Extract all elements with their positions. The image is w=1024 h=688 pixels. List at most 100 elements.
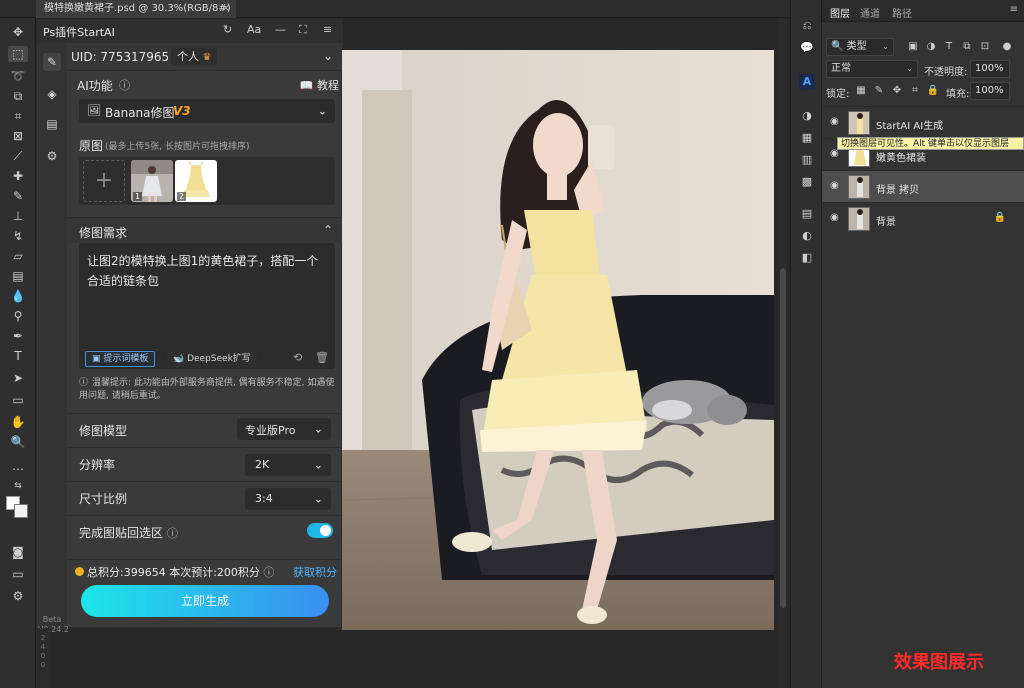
model-select[interactable]: 专业版Pro ⌄ [237, 418, 331, 440]
swatches-panel-icon[interactable]: ▦ [799, 130, 815, 146]
aspect-ratio-select[interactable]: 3:4 ⌄ [245, 488, 331, 510]
lock-transparent-icon[interactable]: ▦ [854, 85, 868, 96]
healing-brush-tool-icon[interactable]: ✚ [8, 168, 28, 184]
blend-mode-select[interactable]: 正常 ⌄ [826, 60, 918, 78]
font-size-icon[interactable]: Aa [247, 23, 261, 36]
hand-tool-icon[interactable]: ✋ [8, 414, 28, 430]
background-color-swatch[interactable] [14, 504, 28, 518]
info-icon[interactable]: ⓘ [119, 77, 130, 93]
libraries-panel-icon[interactable]: ▤ [799, 206, 815, 222]
generate-button[interactable]: 立即生成 [81, 585, 329, 617]
prompt-text[interactable]: 让图2的模特换上图1的黄色裙子，搭配一个合适的链条包 [87, 251, 323, 291]
more-tools-icon[interactable]: … [8, 458, 28, 474]
tutorial-link[interactable]: 📖 教程 [300, 77, 339, 93]
eye-icon[interactable]: ◉ [830, 116, 839, 127]
chevron-down-icon[interactable]: ⌄ [323, 49, 333, 63]
screen-mode-icon[interactable]: ▭ [8, 566, 28, 582]
type-filter-icon[interactable]: T [942, 41, 956, 52]
filter-toggle-icon[interactable]: ● [1000, 41, 1014, 52]
tab-layers[interactable]: 图层 [830, 5, 850, 20]
add-image-button[interactable]: + [83, 160, 125, 202]
pixel-filter-icon[interactable]: ▣ [906, 41, 920, 52]
lock-pixels-icon[interactable]: ✎ [872, 85, 886, 96]
opacity-input[interactable]: 100% [970, 60, 1010, 78]
scrollbar-thumb[interactable] [780, 268, 786, 608]
document-canvas[interactable] [342, 50, 774, 630]
clipboard-icon[interactable]: ▤ [43, 115, 61, 133]
tab-paths[interactable]: 路径 [892, 5, 912, 20]
object-select-tool-icon[interactable]: ⧉ [8, 88, 28, 104]
layer-filter-select[interactable]: 🔍 类型 ⌄ [826, 38, 894, 56]
resolution-select[interactable]: 2K ⌄ [245, 454, 331, 476]
shape-filter-icon[interactable]: ⧉ [960, 41, 974, 52]
brush-tool-icon[interactable]: ✎ [8, 188, 28, 204]
path-select-tool-icon[interactable]: ➤ [8, 370, 28, 386]
comments-panel-icon[interactable]: 💬 [799, 40, 815, 56]
edit-icon[interactable]: ✎ [43, 53, 61, 71]
gradient-tool-icon[interactable]: ▤ [8, 268, 28, 284]
function-select[interactable]: 🖼 Banana修图 V3 ⌄ [79, 99, 335, 123]
eye-icon[interactable]: ◉ [830, 180, 839, 191]
layers-stack-icon[interactable]: ◈ [43, 85, 61, 103]
menu-icon[interactable]: ≡ [323, 23, 332, 36]
patterns-panel-icon[interactable]: ▩ [799, 174, 815, 190]
startai-panel-icon[interactable]: A [799, 74, 815, 90]
info-icon[interactable]: ⓘ [167, 527, 178, 540]
adjustments-panel-icon[interactable]: ◐ [799, 228, 815, 244]
lasso-tool-icon[interactable]: ➰ [8, 68, 28, 84]
gradients-panel-icon[interactable]: ▥ [799, 152, 815, 168]
account-tier-badge[interactable]: 个人 ♛ [171, 48, 218, 65]
layer-row-selected[interactable]: ◉ 背景 拷贝 [822, 170, 1024, 202]
paste-back-toggle[interactable] [307, 523, 333, 538]
pen-tool-icon[interactable]: ✒ [8, 328, 28, 344]
adjustment-filter-icon[interactable]: ◑ [924, 41, 938, 52]
lock-artboard-icon[interactable]: ⌗ [908, 85, 922, 96]
close-tab-icon[interactable]: × [222, 0, 230, 18]
blur-tool-icon[interactable]: 💧 [8, 288, 28, 304]
layer-row[interactable]: ◉ 背景 🔒 [822, 202, 1024, 234]
zoom-tool-icon[interactable]: 🔍 [8, 434, 28, 450]
properties-panel-icon[interactable]: ◧ [799, 250, 815, 266]
marquee-tool-icon[interactable]: ⬚ [8, 46, 28, 62]
get-credits-link[interactable]: 获取积分 [293, 564, 337, 580]
history-brush-tool-icon[interactable]: ↯ [8, 228, 28, 244]
quick-mask-icon[interactable]: ◙ [8, 544, 28, 560]
move-tool-icon[interactable]: ✥ [8, 24, 28, 40]
type-tool-icon[interactable]: T [8, 348, 28, 364]
layer-row[interactable]: ◉ StartAI AI生成 [822, 106, 1024, 138]
panel-menu-icon[interactable]: ≡ [1010, 4, 1018, 15]
fullscreen-icon[interactable]: ⛶ [299, 23, 307, 37]
canvas-scrollbar[interactable] [778, 18, 788, 688]
minimize-icon[interactable]: — [275, 23, 286, 36]
prompt-template-button[interactable]: ▣ 提示词模板 [85, 351, 156, 367]
eyedropper-tool-icon[interactable]: ⟋ [8, 148, 28, 164]
search-icon: 🔍 [831, 41, 844, 52]
eraser-tool-icon[interactable]: ▱ [8, 248, 28, 264]
share-icon[interactable]: ⚙ [8, 588, 28, 604]
lock-position-icon[interactable]: ✥ [890, 85, 904, 96]
default-colors-icon[interactable]: ⇆ [8, 478, 28, 494]
document-tab[interactable]: 模特换嫩黄裙子.psd @ 30.3%(RGB/8#) * × [36, 0, 236, 32]
deepseek-expand-button[interactable]: 🐋 DeepSeek扩写 [167, 351, 257, 367]
trash-icon[interactable]: 🗑 [315, 351, 329, 364]
settings-gear-icon[interactable]: ⚙ [43, 147, 61, 165]
smart-object-filter-icon[interactable]: ⊡ [978, 41, 992, 52]
tab-channels[interactable]: 通道 [860, 5, 880, 20]
fill-input[interactable]: 100% [970, 82, 1010, 100]
requirement-section-header[interactable]: 修图需求 ⌃ [67, 217, 343, 243]
refresh-icon[interactable]: ↻ [223, 23, 232, 36]
lock-all-icon[interactable]: 🔒 [926, 85, 940, 96]
info-icon[interactable]: ⓘ [263, 566, 274, 579]
history-icon[interactable]: ⟲ [293, 351, 302, 364]
dodge-tool-icon[interactable]: ⚲ [8, 308, 28, 324]
prompt-textarea[interactable]: 让图2的模特换上图1的黄色裙子，搭配一个合适的链条包 ▣ 提示词模板 🐋 Dee… [79, 243, 335, 369]
color-panel-icon[interactable]: ◑ [799, 108, 815, 124]
stamp-tool-icon[interactable]: ⊥ [8, 208, 28, 224]
crop-tool-icon[interactable]: ⌗ [8, 108, 28, 124]
reference-thumb-2[interactable]: 2 [175, 160, 217, 202]
reference-thumb-1[interactable]: 1 [131, 160, 173, 202]
frame-tool-icon[interactable]: ⊠ [8, 128, 28, 144]
history-panel-icon[interactable]: ⎌ [799, 18, 815, 34]
shape-tool-icon[interactable]: ▭ [8, 392, 28, 408]
eye-icon[interactable]: ◉ [830, 212, 839, 223]
